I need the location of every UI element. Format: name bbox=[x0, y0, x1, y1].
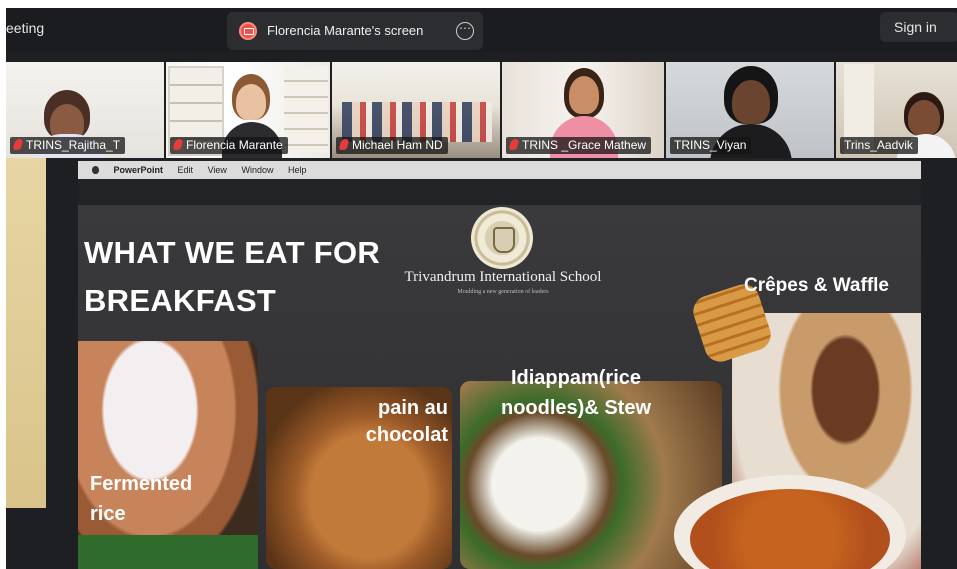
apple-icon bbox=[92, 166, 99, 174]
muted-mic-icon bbox=[338, 139, 350, 150]
meeting-window: eeting Florencia Marante's screen ⋯ Sign… bbox=[6, 8, 957, 569]
food-label-idiappam: Idiappam(rice noodles)& Stew bbox=[500, 367, 651, 419]
muted-mic-icon bbox=[508, 139, 520, 150]
muted-mic-icon bbox=[172, 139, 184, 150]
slide-title: WHAT WE EAT FOR BREAKFAST bbox=[84, 235, 381, 318]
screen-share-label: Florencia Marante's screen bbox=[267, 23, 424, 38]
muted-mic-icon bbox=[12, 139, 24, 150]
presentation-slide: WHAT WE EAT FOR BREAKFAST Trivandrum Int… bbox=[78, 205, 921, 569]
menu-item-powerpoint[interactable]: PowerPoint bbox=[114, 165, 164, 175]
participant-name: TRINS_Viyan bbox=[670, 137, 752, 154]
participant-tile[interactable]: TRINS_Viyan bbox=[666, 62, 834, 158]
screen-share-indicator[interactable]: Florencia Marante's screen ⋯ bbox=[227, 12, 483, 50]
participant-name: Trins_Aadvik bbox=[840, 137, 918, 154]
participant-tile[interactable]: TRINS _Grace Mathew bbox=[502, 62, 664, 158]
menu-item-edit[interactable]: Edit bbox=[178, 165, 194, 175]
school-crest-logo bbox=[471, 207, 533, 269]
food-label-fermented-rice: Fermented rice bbox=[90, 473, 193, 525]
food-label-crepes-waffle: Crêpes & Waffle bbox=[744, 275, 889, 296]
mac-menu-bar: PowerPoint Edit View Window Help bbox=[78, 161, 921, 179]
participant-name: Michael Ham ND bbox=[336, 137, 448, 154]
screen-share-icon bbox=[239, 22, 257, 40]
top-bar: eeting Florencia Marante's screen ⋯ Sign… bbox=[6, 8, 957, 52]
menu-item-window[interactable]: Window bbox=[241, 165, 273, 175]
participant-tile-active-speaker[interactable]: Trins_Aadvik bbox=[836, 62, 957, 158]
menu-item-view[interactable]: View bbox=[208, 165, 227, 175]
ellipsis-icon[interactable]: ⋯ bbox=[456, 22, 474, 40]
participant-tile[interactable]: TRINS_Rajitha_T bbox=[6, 62, 164, 158]
sign-in-button[interactable]: Sign in bbox=[880, 12, 957, 42]
food-label-pain-au-chocolat: pain au chocolat bbox=[365, 397, 448, 446]
school-name: Trivandrum International School bbox=[404, 269, 602, 285]
participant-tile[interactable]: Florencia Marante bbox=[166, 62, 330, 158]
background-strip bbox=[6, 128, 46, 508]
participant-name: TRINS_Rajitha_T bbox=[10, 137, 126, 154]
participant-tile[interactable]: Michael Ham ND bbox=[332, 62, 500, 158]
menu-item-help[interactable]: Help bbox=[288, 165, 307, 175]
participant-name: TRINS _Grace Mathew bbox=[506, 137, 652, 154]
participant-name: Florencia Marante bbox=[170, 137, 288, 154]
school-tagline: Moulding a new generation of leaders bbox=[457, 289, 549, 295]
meeting-title: eeting bbox=[6, 20, 45, 36]
